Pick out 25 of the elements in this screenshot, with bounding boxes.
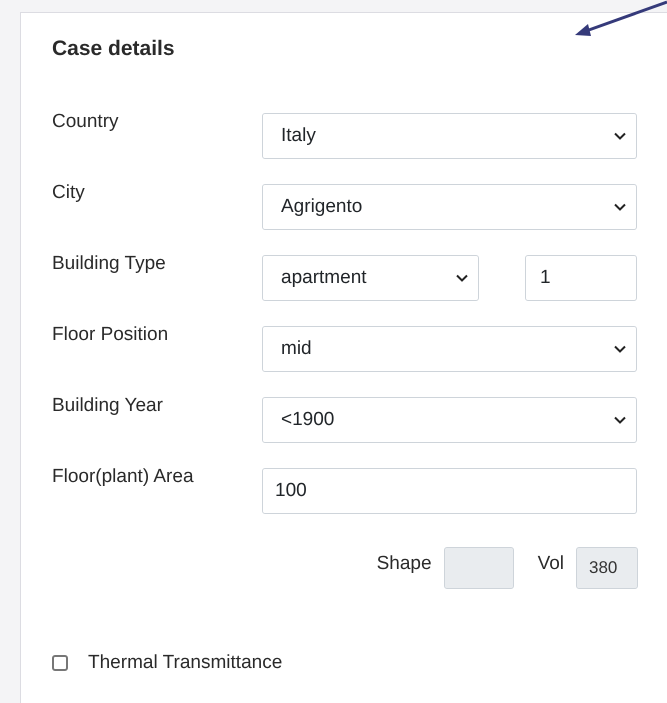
chevron-down-icon — [614, 345, 626, 353]
input-field[interactable]: 1 — [525, 255, 637, 301]
field-label: Building Year — [52, 394, 164, 418]
chevron-down-icon — [614, 132, 626, 140]
chevron-down-icon — [614, 203, 626, 211]
chevron-down-icon — [456, 274, 468, 282]
input-field[interactable]: 100 — [262, 468, 637, 514]
field-label: Building Type — [52, 252, 167, 276]
checkbox-label: Thermal Transmittance — [88, 651, 282, 675]
select-field[interactable]: apartment — [262, 255, 479, 301]
readout-label: Vol — [538, 552, 564, 576]
field-label: Floor Position — [52, 323, 170, 347]
field-label: Floor(plant) Area — [52, 465, 195, 489]
chevron-down-icon — [614, 416, 626, 424]
checkbox[interactable] — [52, 655, 68, 672]
readout-field[interactable]: 380 — [576, 547, 638, 589]
field-label: City — [52, 181, 86, 205]
select-field[interactable]: <1900 — [262, 397, 637, 443]
select-field[interactable]: Agrigento — [262, 184, 637, 230]
readout-label: Shape — [376, 552, 432, 576]
readout-field[interactable] — [444, 547, 514, 589]
select-field[interactable]: Italy — [262, 113, 637, 159]
card-title: Case details — [52, 36, 176, 62]
field-label: Country — [52, 110, 120, 134]
select-field[interactable]: mid — [262, 326, 637, 372]
